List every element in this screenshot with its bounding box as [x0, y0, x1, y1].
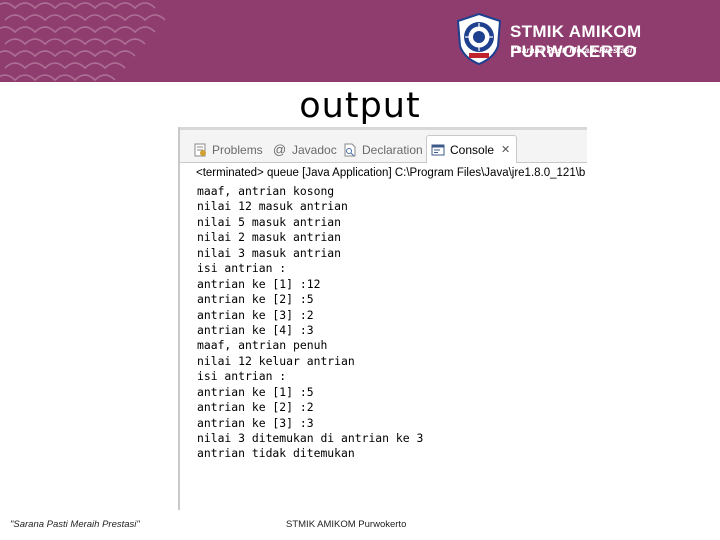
eclipse-console-panel: Problems @ Javadoc Declaration Console ✕ [178, 127, 587, 510]
view-tab-bar: Problems @ Javadoc Declaration Console ✕ [180, 130, 587, 163]
declaration-icon [344, 143, 356, 157]
tab-problems-label: Problems [212, 143, 263, 157]
console-output[interactable]: maaf, antrian kosong nilai 12 masuk antri… [197, 184, 587, 462]
tab-declaration-label: Declaration [362, 143, 423, 157]
console-output-line: isi antrian : [197, 369, 287, 384]
problems-icon [194, 143, 206, 157]
console-output-line: antrian ke [2] :2 [197, 400, 314, 415]
brand-name: STMIK AMIKOM PURWOKERTO [510, 22, 642, 61]
console-output-line: nilai 2 masuk antrian [197, 230, 342, 245]
console-output-line: maaf, antrian kosong [197, 184, 335, 198]
tab-declaration[interactable]: Declaration [343, 138, 423, 162]
footer-institution: STMIK AMIKOM Purwokerto [286, 519, 407, 530]
amikom-seal-logo [456, 12, 502, 66]
scallop-pattern [0, 2, 165, 82]
close-icon[interactable]: ✕ [501, 143, 510, 156]
console-output-line: antrian ke [3] :2 [197, 307, 314, 322]
footer-tagline: "Sarana Pasti Meraih Prestasi" [10, 519, 140, 530]
slide-title: output [299, 86, 421, 126]
tab-console-label: Console [450, 142, 495, 157]
console-output-line: antrian ke [2] :5 [197, 292, 314, 307]
console-output-line: nilai 12 masuk antrian [197, 199, 348, 214]
console-output-line: nilai 3 masuk antrian [197, 245, 342, 260]
console-icon [431, 144, 445, 155]
slide-header: STMIK AMIKOM PURWOKERTO "Sarana Pasti Me… [0, 0, 720, 82]
console-output-line: maaf, antrian penuh [197, 338, 328, 353]
at-sign-icon: @ [273, 142, 287, 157]
console-status-line: <terminated> queue [Java Application] C:… [196, 167, 586, 179]
tab-console[interactable]: Console ✕ [426, 135, 518, 163]
console-output-line: nilai 3 ditemukan di antrian ke 3 [197, 431, 424, 445]
console-output-line: nilai 5 masuk antrian [197, 214, 342, 229]
console-output-line: isi antrian : [197, 261, 287, 276]
console-output-line: antrian ke [4] :3 [197, 322, 314, 337]
tab-javadoc-label: Javadoc [292, 143, 337, 157]
console-output-line: antrian tidak ditemukan [197, 446, 355, 461]
brand-tagline: "Sarana Pasti Meraih Prestasi" [512, 45, 637, 55]
console-output-line: antrian ke [1] :12 [197, 276, 321, 291]
console-output-line: nilai 12 keluar antrian [197, 353, 355, 368]
console-output-line: antrian ke [3] :3 [197, 415, 314, 430]
tab-javadoc[interactable]: @ Javadoc [273, 138, 337, 162]
tab-problems[interactable]: Problems [193, 138, 263, 162]
console-output-line: antrian ke [1] :5 [197, 384, 314, 399]
